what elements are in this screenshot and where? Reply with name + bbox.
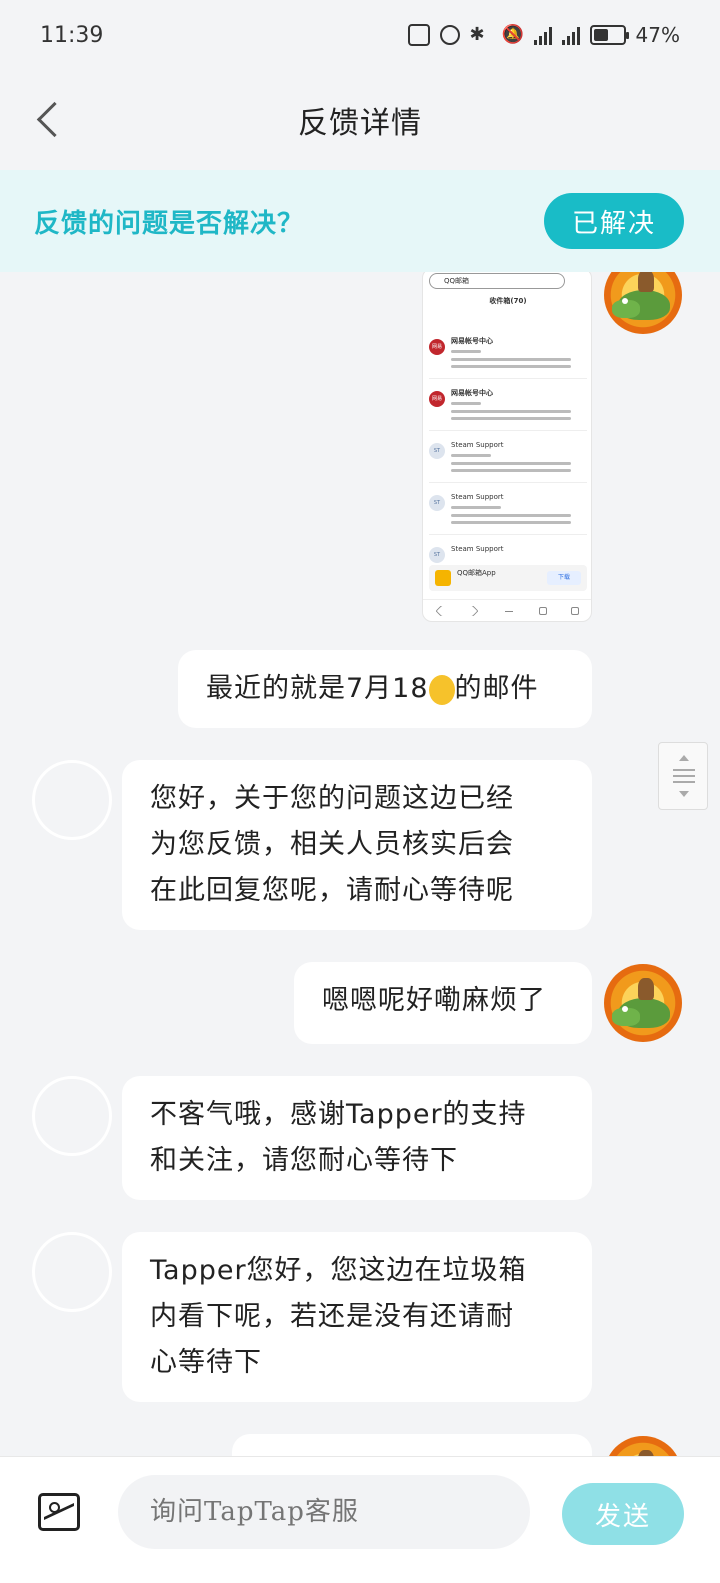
screenshot-mail-row: ST Steam Support bbox=[429, 437, 587, 483]
user-avatar bbox=[604, 272, 682, 334]
message-input[interactable] bbox=[118, 1475, 530, 1549]
screenshot-inbox-title: 收件箱(70) bbox=[489, 297, 527, 305]
screenshot-nav-bar bbox=[423, 599, 591, 621]
page-title: 反馈详情 bbox=[298, 106, 422, 141]
resolution-question: 反馈的问题是否解决？ bbox=[34, 208, 305, 239]
user-message: 嗯嗯呢好嘞麻烦了 bbox=[294, 962, 592, 1044]
battery-icon bbox=[589, 25, 629, 45]
mail-app-icon bbox=[435, 570, 451, 586]
resolved-button[interactable]: 已解决 bbox=[544, 193, 684, 249]
support-message: 不客气哦，感谢Tapper的支持 和关注，请您耐心等待下 bbox=[122, 1076, 592, 1200]
user-message: 最近的就是7月18 的邮件 bbox=[178, 650, 592, 728]
back-arrow-icon[interactable] bbox=[30, 95, 70, 145]
support-message: Tapper您好，您这边在垃圾箱 内看下呢，若还是没有还请耐 心等待下 bbox=[122, 1232, 592, 1402]
user-avatar bbox=[604, 964, 682, 1042]
alarm-icon bbox=[439, 25, 460, 45]
chat-area[interactable]: QQ邮箱 收件箱(70) 网易 网易帐号中心 网易 网易帐号中心 ST Stea… bbox=[0, 272, 720, 1462]
support-avatar bbox=[32, 760, 112, 840]
composer-bar: 发送 bbox=[0, 1456, 720, 1583]
signal-icon bbox=[561, 25, 580, 45]
status-bar: 11:39 ✱ 🔕 47% bbox=[0, 0, 720, 70]
screenshot-mail-row: ST Steam Support bbox=[429, 541, 587, 563]
screenshot-app-promo: QQ邮箱App 下载 bbox=[429, 565, 587, 591]
resolution-banner: 反馈的问题是否解决？ 已解决 bbox=[0, 170, 720, 272]
screenshot-mail-row: ST Steam Support bbox=[429, 489, 587, 535]
send-button[interactable]: 发送 bbox=[562, 1483, 684, 1545]
screenshot-mail-row: 网易 网易帐号中心 bbox=[429, 333, 587, 379]
mute-icon: 🔕 bbox=[501, 24, 524, 45]
ok-hand-emoji-icon bbox=[428, 674, 455, 705]
image-upload-icon[interactable] bbox=[38, 1493, 80, 1531]
nfc-icon bbox=[407, 24, 430, 46]
battery-percent: 47% bbox=[635, 23, 680, 47]
signal-icon bbox=[533, 25, 552, 45]
support-avatar bbox=[32, 1076, 112, 1156]
scroll-handle[interactable] bbox=[658, 742, 708, 810]
support-message: 您好，关于您的问题这边已经 为您反馈，相关人员核实后会 在此回复您呢，请耐心等待… bbox=[122, 760, 592, 930]
screenshot-mail-row: 网易 网易帐号中心 bbox=[429, 385, 587, 431]
header: 反馈详情 bbox=[0, 70, 720, 170]
screenshot-search-bar: QQ邮箱 bbox=[429, 273, 565, 289]
status-icons: ✱ 🔕 47% bbox=[407, 23, 680, 47]
status-time: 11:39 bbox=[40, 22, 104, 48]
attached-screenshot[interactable]: QQ邮箱 收件箱(70) 网易 网易帐号中心 网易 网易帐号中心 ST Stea… bbox=[422, 272, 592, 622]
bluetooth-icon: ✱ bbox=[469, 24, 485, 45]
support-avatar bbox=[32, 1232, 112, 1312]
